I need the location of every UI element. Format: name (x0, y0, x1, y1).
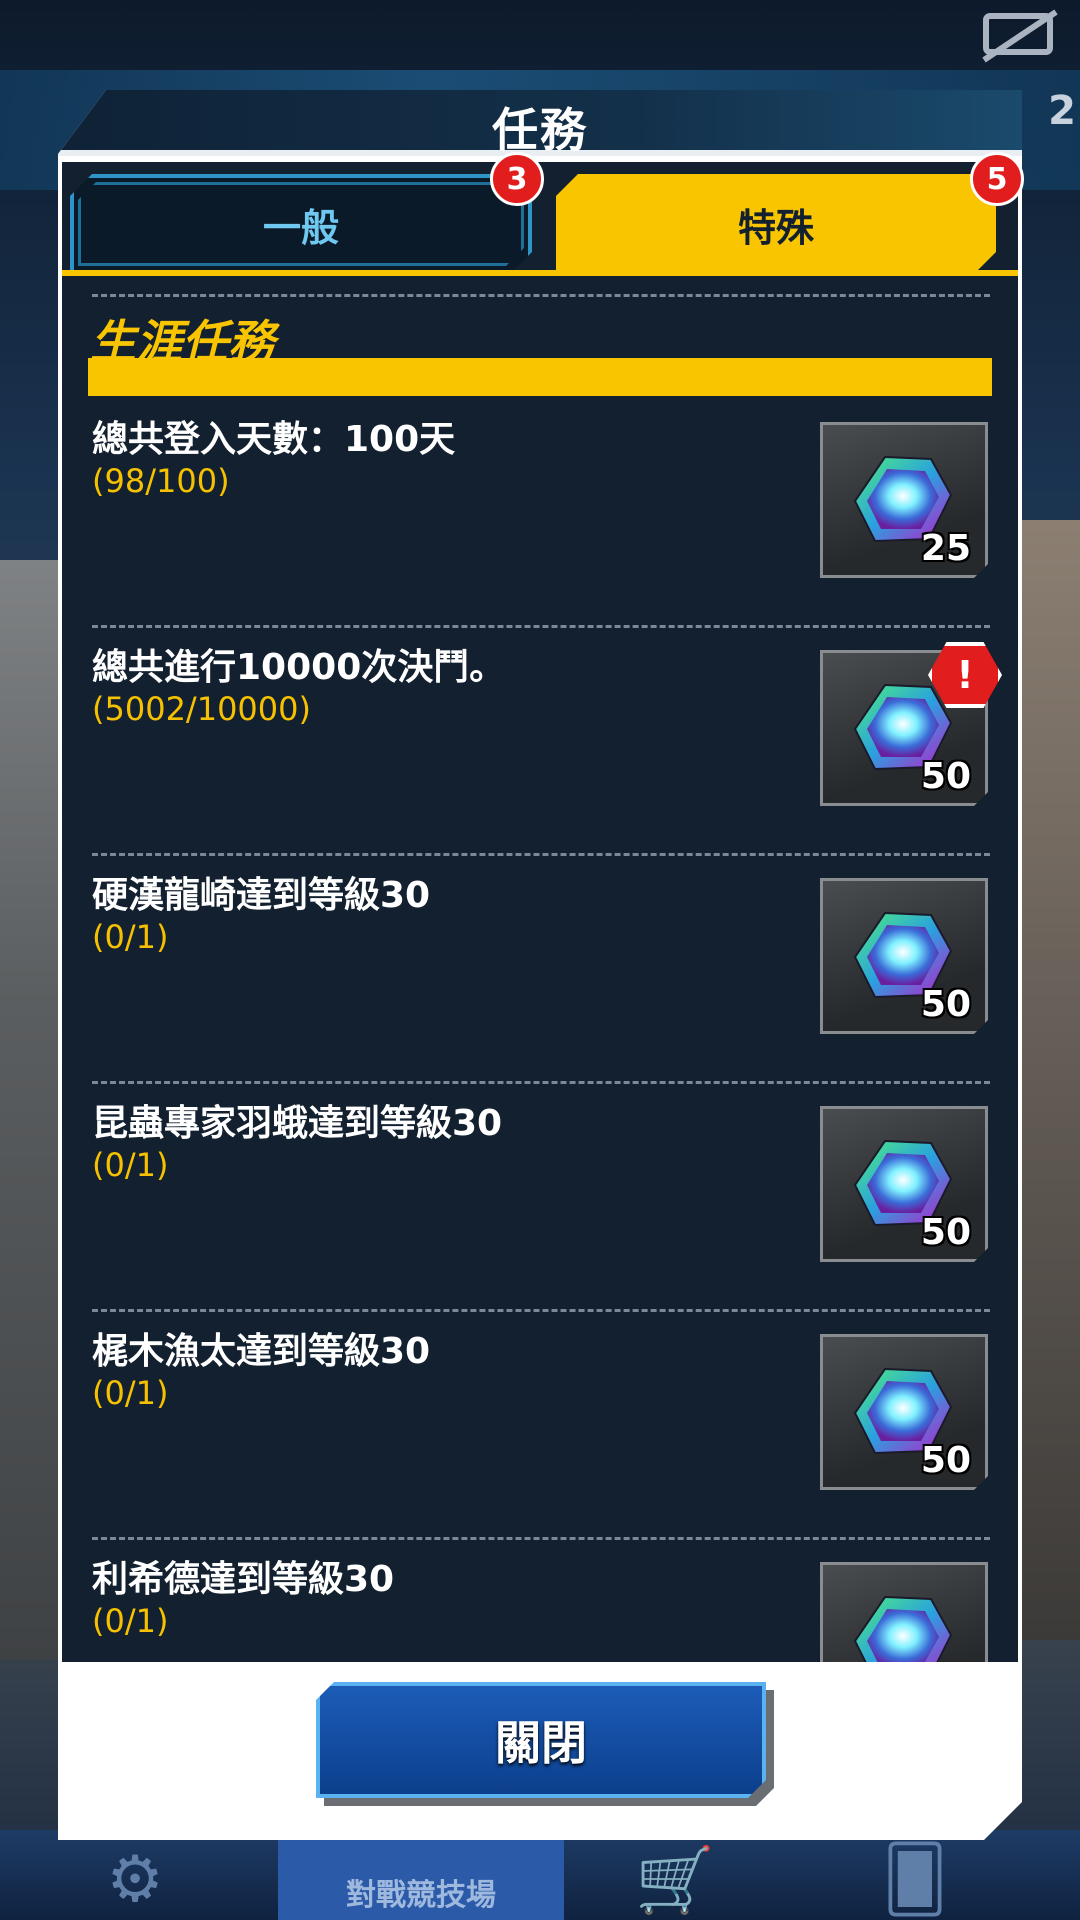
close-button-label: 關閉 (495, 1716, 587, 1770)
tab-general-badge: 3 (490, 152, 544, 206)
hide-ui-icon[interactable] (980, 8, 1060, 64)
quest-row[interactable]: 總共進行10000次決鬥。 (5002/10000) 50 (62, 628, 1018, 856)
settings-gear-icon: ⚙ (106, 1843, 164, 1917)
quest-progress: (0/1) (92, 1374, 169, 1412)
section-bar (88, 358, 992, 396)
quest-row[interactable]: 昆蟲專家羽蛾達到等級30 (0/1) 50 (62, 1084, 1018, 1312)
tab-special-badge: 5 (970, 152, 1024, 206)
quest-list[interactable]: 總共登入天數：100天 (98/100) 25 總共進行10000次決鬥。 (5… (62, 400, 1018, 1662)
quest-row[interactable]: 梶木漁太達到等級30 (0/1) 50 (62, 1312, 1018, 1540)
reward-box[interactable]: 50 (820, 878, 988, 1034)
reward-count: 50 (920, 984, 971, 1025)
background-building-right (1018, 520, 1080, 1640)
reward-count: 25 (920, 528, 971, 569)
quest-row[interactable]: 總共登入天數：100天 (98/100) 25 (62, 400, 1018, 628)
reward-count: 50 (920, 1212, 971, 1253)
nav-duel-arena: 對戰競技場 (278, 1838, 564, 1920)
tabs-underline (62, 270, 1018, 276)
tab-special[interactable]: 特殊 (556, 174, 996, 274)
reward-box[interactable]: 50 (820, 1334, 988, 1490)
quest-progress: (5002/10000) (92, 690, 311, 728)
gem-icon (851, 1589, 955, 1662)
tab-special-label: 特殊 (737, 205, 814, 250)
shop-cart-icon: 🛒 (635, 1843, 715, 1918)
quest-title: 梶木漁太達到等級30 (92, 1331, 431, 1372)
reward-count: 50 (920, 756, 971, 797)
quest-row[interactable]: 硬漢龍崎達到等級30 (0/1) 50 (62, 856, 1018, 1084)
quest-title: 硬漢龍崎達到等級30 (92, 875, 431, 916)
quest-title: 總共進行10000次決鬥。 (92, 647, 506, 688)
quest-progress: (0/1) (92, 1602, 169, 1640)
quest-title: 昆蟲專家羽蛾達到等級30 (92, 1103, 503, 1144)
deck-cards-icon: 🂠 (882, 1843, 948, 1917)
quest-progress: (98/100) (92, 462, 230, 500)
quest-title: 利希德達到等級30 (92, 1559, 395, 1600)
reward-count: 50 (920, 1440, 971, 1481)
modal-title: 任務 (492, 103, 588, 157)
reward-box[interactable] (820, 1562, 988, 1662)
background-building-left (0, 560, 62, 1660)
quest-progress: (0/1) (92, 918, 169, 956)
quest-progress: (0/1) (92, 1146, 169, 1184)
reward-box[interactable]: 50 (820, 1106, 988, 1262)
divider (92, 294, 990, 297)
close-button[interactable]: 關閉 (316, 1682, 766, 1798)
reward-box[interactable]: 25 (820, 422, 988, 578)
quest-row[interactable]: 利希德達到等級30 (0/1) (62, 1540, 1018, 1662)
quest-title: 總共登入天數：100天 (92, 419, 456, 460)
tab-general-frame (78, 182, 524, 266)
